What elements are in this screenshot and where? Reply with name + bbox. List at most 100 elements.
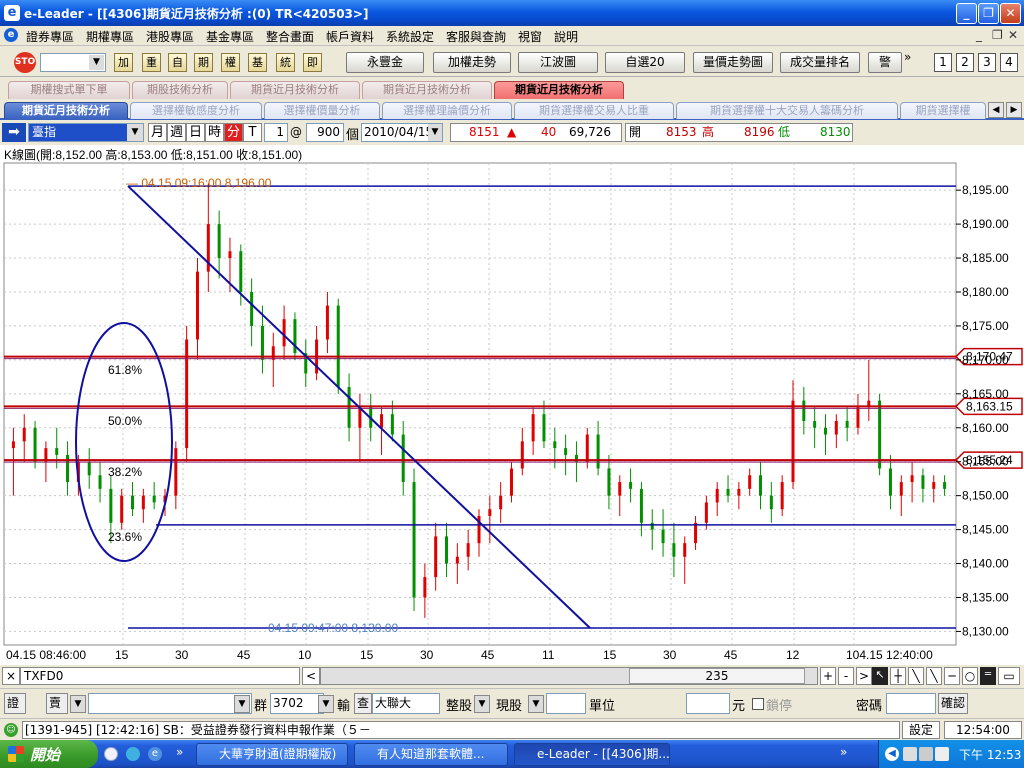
tab2-top10-traders[interactable]: 期貨選擇權十大交易人籌碼分析 <box>676 102 898 119</box>
tab2-futures-options[interactable]: 期貨選擇權 <box>900 102 986 119</box>
menu-securities[interactable]: 證券專區 <box>26 28 74 45</box>
restore-button[interactable]: ❐ <box>978 3 999 24</box>
layout-4-button[interactable]: 4 <box>1000 53 1018 72</box>
symbol-select[interactable]: 臺指 ▼ <box>28 123 144 142</box>
task-browser[interactable]: 有人知道那套軟體... <box>354 743 508 766</box>
period-minute-button[interactable]: 分 <box>224 123 243 142</box>
close-icon[interactable]: × <box>2 667 20 685</box>
ellipse-tool-icon[interactable]: ○ <box>962 667 978 685</box>
tab-scroll-right-icon[interactable]: ▶ <box>1006 102 1022 118</box>
period-month-button[interactable]: 月 <box>148 123 167 142</box>
task-dahua[interactable]: 大華亨財通(證期權版) <box>196 743 348 766</box>
scroll-right-arrow[interactable]: > <box>856 667 872 685</box>
toolbar-combo[interactable]: ▼ <box>40 53 106 72</box>
period-hour-button[interactable]: 時 <box>205 123 224 142</box>
scroll-left-arrow[interactable]: < <box>302 667 320 685</box>
menu-settings[interactable]: 系統設定 <box>386 28 434 45</box>
trendline-tool-icon[interactable]: ╲ <box>908 667 924 685</box>
news-ticker[interactable]: [1391-945] [12:42:16] SB：受益證券發行資料申報作業（５－ <box>22 721 900 739</box>
tray-network-icon[interactable] <box>903 747 917 761</box>
chevron-down-icon[interactable]: ▼ <box>234 695 250 713</box>
market-type[interactable]: 證 <box>4 693 26 714</box>
arrow-right-icon[interactable]: ➡ <box>2 123 26 142</box>
tab-near-month-tech-a[interactable]: 期貨近月技術分析 <box>230 81 360 99</box>
tab2-near-month-tech[interactable]: 期貨近月技術分析 <box>4 102 128 119</box>
yongfeng-button[interactable]: 永豐金 <box>346 52 424 73</box>
stop-icon[interactable]: STO <box>14 52 36 73</box>
tab-scroll-left-icon[interactable]: ◀ <box>988 102 1004 118</box>
tab-stock-futures-tech[interactable]: 期股技術分析 <box>132 81 228 99</box>
pointer-tool-icon[interactable]: ↖ <box>872 667 888 685</box>
lookup-button[interactable]: 查 <box>354 693 372 714</box>
news-settings-button[interactable]: 設定 <box>902 721 940 739</box>
close-button[interactable]: ✕ <box>1000 3 1021 24</box>
task-eleader[interactable]: e-Leader - [[4306]期... <box>514 743 670 766</box>
weighted-trend-button[interactable]: 加權走勢 <box>433 52 511 73</box>
zoom-out-button[interactable]: - <box>838 667 854 685</box>
quantity-input[interactable] <box>546 693 586 714</box>
layout-2-button[interactable]: 2 <box>956 53 974 72</box>
tool-basic-button[interactable]: 基 <box>248 53 267 72</box>
tray-volume-icon[interactable] <box>935 747 949 761</box>
start-button[interactable]: 開始 <box>0 740 98 768</box>
tab-near-month-tech-b[interactable]: 期貨近月技術分析 <box>362 81 492 99</box>
menu-support[interactable]: 客服與查詢 <box>446 28 506 45</box>
account-select[interactable] <box>88 693 252 714</box>
watchlist20-button[interactable]: 自選20 <box>605 52 685 73</box>
jiangbo-chart-button[interactable]: 江波圖 <box>518 52 598 73</box>
mdi-restore-button[interactable]: ❐ <box>992 28 1003 42</box>
tool-realtime-button[interactable]: 即 <box>303 53 322 72</box>
kline-chart[interactable]: K線圖(開:8,152.00 高:8,153.00 低:8,151.00 收:8… <box>0 145 1024 665</box>
menu-window[interactable]: 視窗 <box>518 28 542 45</box>
volume-ranking-button[interactable]: 成交量排名 <box>780 52 860 73</box>
rect-tool-icon[interactable]: ▭ <box>998 667 1020 685</box>
date-select[interactable]: 2010/04/15 ▼ <box>361 123 443 142</box>
quicklaunch-overflow-icon[interactable]: » <box>176 745 183 759</box>
bars-count-input[interactable]: 900 <box>306 123 344 142</box>
parallel-tool-icon[interactable]: ═ <box>980 667 996 685</box>
app-menu-icon[interactable]: e <box>4 28 18 42</box>
period-day-button[interactable]: 日 <box>186 123 205 142</box>
mdi-close-button[interactable]: ✕ <box>1008 28 1018 42</box>
period-tick-button[interactable]: T <box>243 123 262 142</box>
period-count-input[interactable]: 1 <box>264 123 288 142</box>
confirm-button[interactable]: 確認 <box>938 693 968 714</box>
scrollbar-thumb[interactable]: 235 <box>629 668 805 684</box>
tool-add-button[interactable]: 加 <box>114 53 133 72</box>
chevron-down-icon[interactable]: ▼ <box>70 695 86 713</box>
alert-button[interactable]: 警 <box>868 52 902 73</box>
tool-stats-button[interactable]: 統 <box>276 53 295 72</box>
chevron-down-icon[interactable]: ▼ <box>528 695 544 713</box>
fan-tool-icon[interactable]: ╲ <box>926 667 942 685</box>
chevron-down-icon[interactable]: ▼ <box>89 55 104 70</box>
tab2-option-theory[interactable]: 選擇權理論價分析 <box>382 102 512 119</box>
taskbar-overflow-icon[interactable]: » <box>840 745 847 759</box>
quicklaunch-ie-icon[interactable]: e <box>148 747 162 761</box>
quicklaunch-messenger-icon[interactable] <box>126 747 140 761</box>
tray-back-icon[interactable]: ◀ <box>885 747 899 761</box>
tab2-trader-ratio[interactable]: 期貨選擇權交易人比重 <box>514 102 674 119</box>
stock-code-input[interactable]: 3702 <box>270 693 324 714</box>
layout-3-button[interactable]: 3 <box>978 53 996 72</box>
menu-funds[interactable]: 基金專區 <box>206 28 254 45</box>
tab2-option-sensitivity[interactable]: 選擇權敏感度分析 <box>130 102 262 119</box>
tool-options-button[interactable]: 權 <box>221 53 240 72</box>
chevron-down-icon[interactable]: ▼ <box>474 695 490 713</box>
layout-1-button[interactable]: 1 <box>934 53 952 72</box>
tab-near-month-tech-active[interactable]: 期貨近月技術分析 <box>494 81 624 99</box>
tab2-option-volume[interactable]: 選擇權價量分析 <box>264 102 380 119</box>
crosshair-tool-icon[interactable]: ┼ <box>890 667 906 685</box>
chevron-down-icon[interactable]: ▼ <box>318 695 334 713</box>
tray-security-icon[interactable] <box>919 747 933 761</box>
menu-integrated[interactable]: 整合畫面 <box>266 28 314 45</box>
zoom-in-button[interactable]: + <box>820 667 836 685</box>
menu-help[interactable]: 說明 <box>554 28 578 45</box>
lock-checkbox[interactable] <box>752 698 764 710</box>
tool-custom-button[interactable]: 自 <box>168 53 187 72</box>
tool-futures-button[interactable]: 期 <box>194 53 213 72</box>
volume-price-chart-button[interactable]: 量價走勢圖 <box>693 52 773 73</box>
menu-futures-options[interactable]: 期權專區 <box>86 28 134 45</box>
chevron-down-icon[interactable]: ▼ <box>127 124 143 141</box>
tab-options-order[interactable]: 期權搜式單下單 <box>8 81 130 99</box>
side-select[interactable]: 賣 <box>46 693 68 714</box>
